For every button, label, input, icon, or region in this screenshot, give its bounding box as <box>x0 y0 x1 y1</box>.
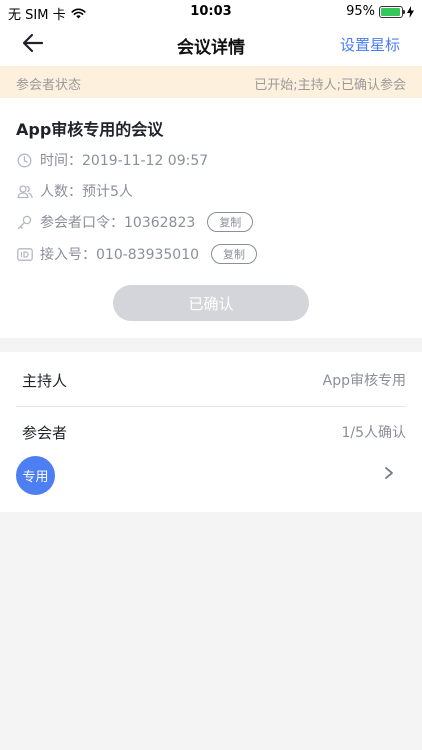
clock-icon <box>16 152 33 169</box>
host-row: 主持人 App审核专用 <box>22 367 406 393</box>
meeting-time-row: 时间：2019-11-12 09:57 <box>16 149 208 171</box>
access-number-text: 接入号：010-83935010 <box>40 247 200 263</box>
confirmed-button[interactable]: 已确认 <box>113 285 309 321</box>
passcode-row: 参会者口令：10362823 复制 <box>16 211 254 233</box>
attendee-status-banner: 参会者状态 已开始;主持人;已确认参会 <box>0 66 422 98</box>
host-label: 主持人 <box>22 371 68 390</box>
attendee-status-label: 参会者状态 <box>16 78 82 93</box>
charging-icon <box>407 5 414 18</box>
battery-fill <box>381 7 400 16</box>
participants-card: 主持人 App审核专用 参会者 1/5人确认 专用 <box>0 352 422 512</box>
passcode-text: 参会者口令：10362823 <box>40 215 196 231</box>
avatar[interactable]: 专用 <box>16 456 55 495</box>
meeting-info-card: App审核专用的会议 时间：2019-11-12 09:57 人数：预计5人 参… <box>0 98 422 338</box>
back-arrow-icon <box>22 33 44 53</box>
id-icon <box>16 246 33 263</box>
status-bar: 无 SIM 卡 10:03 95% <box>0 0 422 24</box>
attendee-label: 参会者 <box>22 423 68 442</box>
meeting-count-row: 人数：预计5人 <box>16 180 133 202</box>
battery-icon <box>379 5 405 18</box>
attendee-row[interactable]: 参会者 1/5人确认 <box>22 419 406 445</box>
people-icon <box>16 183 33 200</box>
copy-access-number-button[interactable]: 复制 <box>211 244 258 264</box>
host-value: App审核专用 <box>322 373 406 389</box>
chevron-right-icon[interactable] <box>382 465 396 481</box>
meeting-count: 人数：预计5人 <box>40 184 133 200</box>
back-button[interactable] <box>20 30 52 58</box>
battery-percent: 95% <box>346 4 375 19</box>
key-icon <box>16 214 33 231</box>
attendee-status-value: 已开始;主持人;已确认参会 <box>254 78 406 93</box>
nav-bar: 会议详情 设置星标 <box>0 24 422 66</box>
set-star-button[interactable]: 设置星标 <box>340 34 400 55</box>
meeting-time: 时间：2019-11-12 09:57 <box>40 153 209 169</box>
attendee-value: 1/5人确认 <box>341 425 406 441</box>
copy-passcode-button[interactable]: 复制 <box>207 212 254 232</box>
meeting-name: App审核专用的会议 <box>16 120 164 139</box>
divider <box>16 406 406 407</box>
access-number-row: 接入号：010-83935010 复制 <box>16 243 258 265</box>
status-right-group: 95% <box>346 4 414 19</box>
